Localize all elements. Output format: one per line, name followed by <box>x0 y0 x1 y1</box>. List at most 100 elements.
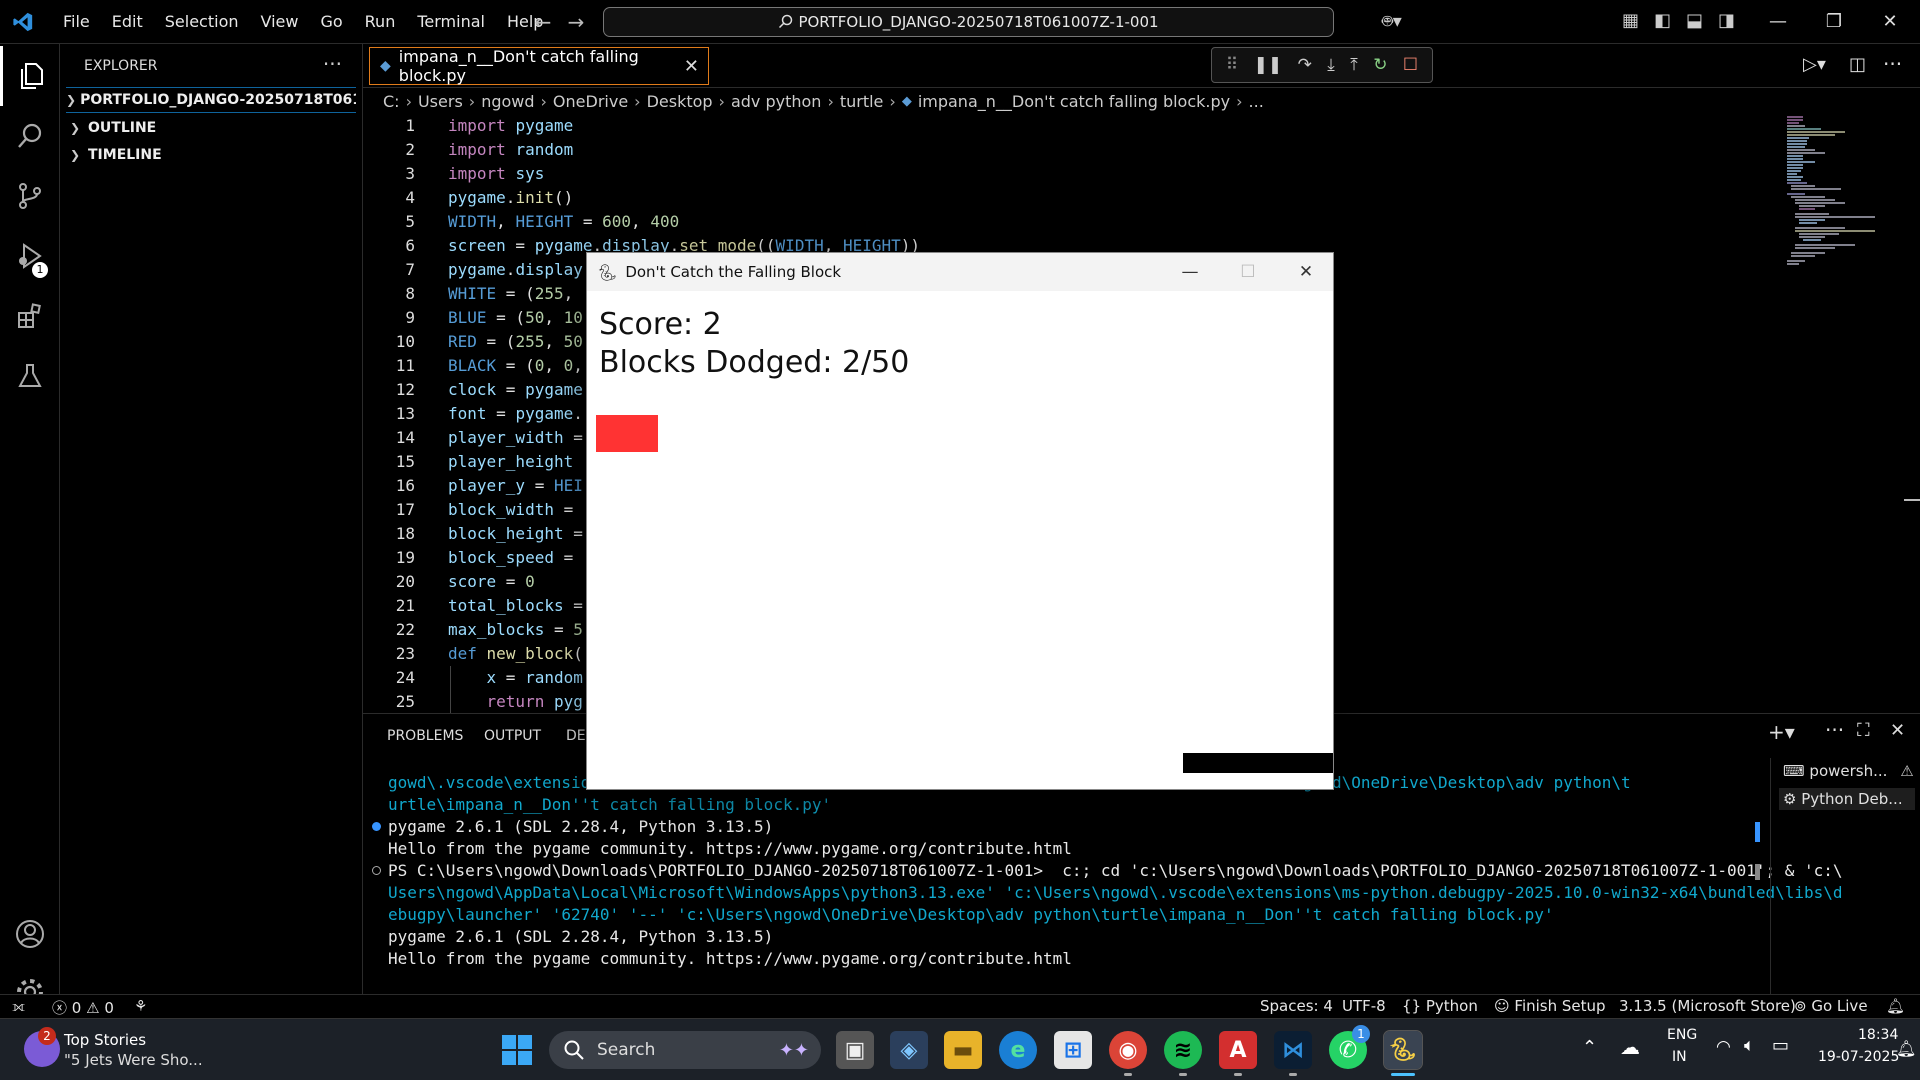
step-into-icon[interactable]: ⤓ <box>1327 55 1335 75</box>
breadcrumb-item[interactable]: adv python <box>731 92 821 111</box>
menu-file[interactable]: File <box>52 0 101 44</box>
close-icon[interactable]: ✕ <box>684 56 699 77</box>
chrome-browser-icon[interactable]: ◉ <box>1109 1031 1147 1069</box>
more-actions-icon[interactable]: ··· <box>323 52 342 76</box>
sidebar-section-workspace[interactable]: ❯ PORTFOLIO_DJANGO-20250718T061007... <box>66 87 356 113</box>
terminal-list-item[interactable]: ⚙ Python Deb... <box>1779 788 1915 810</box>
menu-selection[interactable]: Selection <box>154 0 250 44</box>
back-arrow-icon[interactable]: ← <box>525 10 561 34</box>
clock-time[interactable]: 18:34 <box>1858 1027 1898 1043</box>
task-view-icon[interactable]: ▣ <box>836 1031 874 1069</box>
step-over-icon[interactable]: ↷ <box>1298 55 1312 75</box>
breadcrumb-item[interactable]: C: <box>383 92 400 111</box>
restart-icon[interactable]: ↻ <box>1373 55 1387 75</box>
pygame-minimize-button[interactable]: — <box>1161 253 1219 291</box>
new-terminal-icon[interactable]: +▾ <box>1768 720 1795 744</box>
terminal[interactable]: gowd\.vscode\extensio 'c:\Users\ngowd\On… <box>372 770 1843 990</box>
debug-status-icon[interactable]: ⚘ <box>134 997 147 1015</box>
step-out-icon[interactable]: ⤒ <box>1350 55 1358 75</box>
search-activity[interactable] <box>0 106 60 166</box>
acrobat-reader-icon[interactable]: A <box>1219 1031 1257 1069</box>
extensions-activity[interactable] <box>0 286 60 346</box>
tab-problems[interactable]: PROBLEMS <box>387 728 463 744</box>
maximize-panel-icon[interactable]: ⛶ <box>1857 720 1870 741</box>
microsoft-store-icon[interactable]: ⊞ <box>1054 1031 1092 1069</box>
python-app-icon[interactable]: 🐍︎ <box>1383 1030 1423 1070</box>
breadcrumb-item[interactable]: Users <box>418 92 463 111</box>
pause-icon[interactable]: ❚❚ <box>1254 55 1283 75</box>
vscode-taskbar-icon[interactable]: ⋈ <box>1274 1031 1312 1069</box>
onedrive-cloud-icon[interactable]: ☁ <box>1620 1035 1640 1059</box>
accounts-activity[interactable] <box>0 904 60 964</box>
pygame-title-bar[interactable]: 🐍︎ Don't Catch the Falling Block — ☐ ✕ <box>587 253 1333 291</box>
notifications-bell-icon[interactable]: 🔔︎ <box>1886 997 1905 1015</box>
panel-more-icon[interactable]: ··· <box>1825 718 1844 742</box>
finish-setup-status[interactable]: ☺ Finish Setup <box>1494 997 1606 1015</box>
file-explorer-icon[interactable]: ▬ <box>944 1031 982 1069</box>
copilot-app-icon[interactable]: ◈ <box>890 1031 928 1069</box>
terminal-list-item[interactable]: ⌨︎ powersh... ⚠ <box>1783 762 1914 780</box>
close-button[interactable]: ✕ <box>1862 0 1918 44</box>
command-success-dot[interactable] <box>372 822 381 831</box>
toggle-sidebar-icon[interactable]: ◧ <box>1654 10 1671 31</box>
spotify-icon[interactable]: ≋ <box>1164 1031 1202 1069</box>
forward-arrow-icon[interactable]: → <box>558 10 594 34</box>
tab-debug-console[interactable]: DE <box>566 728 586 744</box>
menu-view[interactable]: View <box>250 0 310 44</box>
remote-icon[interactable]: ⟗ <box>12 997 25 1015</box>
menu-run[interactable]: Run <box>354 0 407 44</box>
stop-icon[interactable]: ☐ <box>1403 55 1418 75</box>
language-status[interactable]: {} Python <box>1402 997 1478 1015</box>
close-panel-icon[interactable]: ✕ <box>1890 720 1905 741</box>
restore-button[interactable]: ❐ <box>1806 0 1862 44</box>
breadcrumb-item[interactable]: turtle <box>840 92 884 111</box>
editor-more-icon[interactable]: ··· <box>1883 52 1902 76</box>
split-editor-icon[interactable]: ◫ <box>1849 54 1866 75</box>
taskbar-search[interactable]: Search ✦✦ <box>549 1031 821 1069</box>
menu-go[interactable]: Go <box>309 0 353 44</box>
edge-browser-icon[interactable]: e <box>999 1031 1037 1069</box>
toggle-panel-icon[interactable]: ⬓ <box>1686 10 1703 31</box>
source-control-activity[interactable] <box>0 166 60 226</box>
command-center-search[interactable]: PORTFOLIO_DJANGO-20250718T061007Z-1-001 <box>603 7 1334 37</box>
go-live-status[interactable]: ⊚ Go Live <box>1794 997 1868 1015</box>
language-indicator-top[interactable]: ENG <box>1667 1027 1697 1043</box>
encoding-status[interactable]: UTF-8 <box>1342 997 1386 1015</box>
breadcrumb-item[interactable]: impana_n__Don't catch falling block.py <box>918 92 1230 111</box>
show-hidden-icons[interactable]: ⌃ <box>1582 1037 1597 1058</box>
editor-tab[interactable]: ◆ impana_n__Don't catch falling block.py… <box>369 47 709 85</box>
run-debug-activity[interactable]: 1 <box>0 226 60 286</box>
breadcrumb-item[interactable]: ... <box>1249 92 1264 111</box>
problems-status[interactable]: ⓧ 0 ⚠ 0 <box>52 997 114 1018</box>
toggle-secondary-sidebar-icon[interactable]: ◨ <box>1718 10 1735 31</box>
minimap[interactable] <box>1785 114 1885 284</box>
interpreter-status[interactable]: 3.13.5 (Microsoft Store) <box>1619 997 1796 1015</box>
tab-output[interactable]: OUTPUT <box>484 728 541 744</box>
news-title[interactable]: Top Stories <box>64 1031 146 1049</box>
breadcrumb-item[interactable]: OneDrive <box>553 92 628 111</box>
breadcrumb-item[interactable]: Desktop <box>647 92 713 111</box>
testing-activity[interactable] <box>0 346 60 406</box>
customize-layout-icon[interactable]: ▦ <box>1622 10 1639 31</box>
notification-center-icon[interactable]: 🔔︎ <box>1896 1039 1916 1058</box>
volume-icon[interactable]: 🔈︎ <box>1744 1035 1755 1056</box>
pygame-close-button[interactable]: ✕ <box>1277 253 1335 291</box>
news-headline[interactable]: "5 Jets Were Sho... <box>64 1051 203 1069</box>
indentation-status[interactable]: Spaces: 4 <box>1260 997 1333 1015</box>
clock-date[interactable]: 19-07-2025 <box>1818 1049 1899 1065</box>
sidebar-section-outline[interactable]: ❯ OUTLINE <box>66 115 356 141</box>
explorer-activity[interactable] <box>0 46 60 106</box>
windows-start-icon[interactable] <box>502 1035 532 1065</box>
drag-handle-icon[interactable]: ⠿ <box>1226 55 1238 75</box>
sidebar-section-timeline[interactable]: ❯ TIMELINE <box>66 142 356 168</box>
command-pending-dot[interactable] <box>372 866 381 875</box>
breadcrumb-item[interactable]: ngowd <box>481 92 534 111</box>
battery-icon[interactable]: ▭ <box>1772 1035 1789 1056</box>
pygame-window[interactable]: 🐍︎ Don't Catch the Falling Block — ☐ ✕ S… <box>586 252 1334 790</box>
minimize-button[interactable]: — <box>1750 0 1806 44</box>
copilot-icon[interactable]: 🤖︎▾ <box>1382 10 1402 35</box>
menu-terminal[interactable]: Terminal <box>406 0 496 44</box>
language-indicator-bottom[interactable]: IN <box>1672 1049 1687 1065</box>
menu-edit[interactable]: Edit <box>101 0 154 44</box>
run-python-icon[interactable]: ▷▾ <box>1803 54 1826 75</box>
